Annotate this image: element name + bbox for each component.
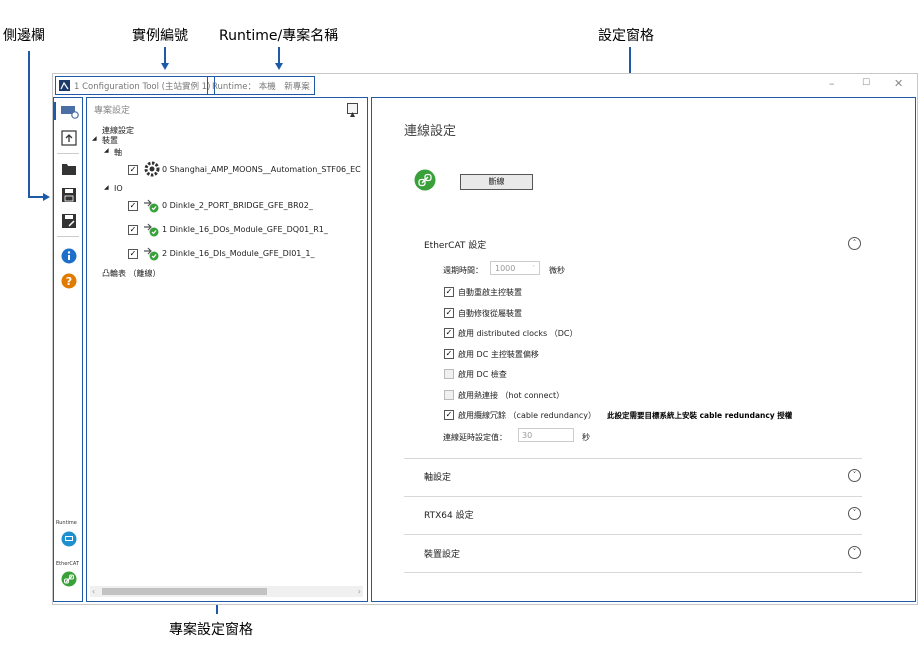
callout-sidebar: 側邊欄 [3,28,45,44]
expand-axis-icon[interactable]: ◢ [104,147,109,154]
expand-devices-icon[interactable]: ◢ [92,135,97,142]
io-device-0-checkbox[interactable]: ✓ [128,201,138,211]
save-as-icon[interactable] [61,213,77,229]
option-1-label: 自動修復從屬裝置 [458,309,522,318]
option-5-checkbox[interactable] [444,390,454,400]
option-4-checkbox[interactable] [444,369,454,379]
app-window: 1 Configuration Tool (主站實例 1) Runtime： 本… [52,73,918,605]
collapse-ethercat-icon[interactable]: ˄ [848,237,861,250]
option-6-label: 啟用纜線冗餘 （cable redundancy） [458,411,597,420]
close-button[interactable]: ✕ [894,77,903,90]
title-bar: 1 Configuration Tool (主站實例 1) Runtime： 本… [53,74,917,96]
pin-button[interactable] [347,103,358,117]
ethercat-label: EtherCAT [56,561,79,567]
tree-io-device-0[interactable]: 0 Dinkle_2_PORT_BRIDGE_GFE_BR02_ [162,201,313,210]
callout-project-settings-pane: 專案設定窗格 [169,622,253,638]
expand-io-icon[interactable]: ◢ [104,184,109,191]
rtx-section-title[interactable]: RTX64 設定 [424,508,474,521]
settings-title: 連線設定 [404,124,457,139]
callout-runtime-project: Runtime/專案名稱 [219,28,339,44]
help-icon[interactable]: ? [61,273,77,289]
tree-devices[interactable]: 裝置 [102,135,118,146]
io-device-0-icon [142,197,160,217]
separator-2 [404,496,862,497]
option-2-checkbox[interactable]: ✓ [444,328,454,338]
separator-1 [404,458,862,459]
open-folder-icon[interactable] [61,161,77,177]
project-settings-pane: 專案設定 連線設定 ◢ 裝置 ◢ 軸 ✓ 0 Shanghai_AMP_MOON… [86,97,368,602]
app-title: 1 Configuration Tool (主站實例 1) [74,81,211,92]
scroll-right-icon[interactable]: › [358,586,361,597]
device-section-title[interactable]: 裝置設定 [424,547,460,560]
upload-icon[interactable] [61,130,77,146]
callout-instance-id: 實例編號 [132,28,188,44]
runtime-label: Runtime [56,520,77,526]
option-4-label: 啟用 DC 檢查 [458,370,507,379]
runtime-project-text: Runtime： 本機 新專案 [212,81,310,92]
info-icon[interactable] [61,248,77,264]
separator-4 [404,572,862,573]
maximize-button[interactable]: ☐ [862,78,870,88]
tree-io[interactable]: IO [114,184,123,193]
save-icon[interactable] [61,187,77,203]
tree-io-device-2[interactable]: 2 Dinkle_16_DIs_Module_GFE_DI01_1_ [162,249,314,258]
instance-title-box: 1 Configuration Tool (主站實例 1) [55,76,216,95]
connection-link-icon [414,169,436,195]
expand-axis-settings-icon[interactable]: ˅ [848,469,861,482]
option-3-checkbox[interactable]: ✓ [444,349,454,359]
callout-settings-pane: 設定窗格 [598,28,654,44]
expand-device-settings-icon[interactable]: ˅ [848,546,861,559]
app-logo-icon [59,80,70,91]
ethercat-section-title[interactable]: EtherCAT 設定 [424,238,486,251]
separator-3 [404,534,862,535]
disconnect-button[interactable]: 斷線 [460,174,533,190]
runtime-title-box: Runtime： 本機 新專案 [207,76,315,95]
scroll-left-icon[interactable]: ‹ [90,586,95,597]
sidebar: ? Runtime EtherCAT [53,97,83,602]
sidebar-active-indicator [53,102,56,120]
svg-text:?: ? [66,275,72,288]
tree-axis[interactable]: 軸 [114,147,122,158]
connection-delay-input[interactable]: 30 [518,428,574,442]
axis-section-title[interactable]: 軸設定 [424,470,451,483]
axis-gear-icon [143,160,161,182]
minimize-button[interactable]: – [829,77,835,90]
sidebar-divider [57,153,79,154]
horizontal-scrollbar[interactable]: ‹ › [90,586,363,597]
tree-axis-device-0[interactable]: 0 Shanghai_AMP_MOONS__Automation_STF06_E… [162,165,361,174]
project-header: 專案設定 [94,106,131,116]
axis-device-checkbox[interactable]: ✓ [128,165,138,175]
option-0-label: 自動重啟主控裝置 [458,288,522,297]
connection-delay-unit: 秒 [582,433,590,442]
tree-io-device-1[interactable]: 1 Dinkle_16_DOs_Module_GFE_DQ01_R1_ [162,225,328,234]
io-device-2-checkbox[interactable]: ✓ [128,249,138,259]
option-6-checkbox[interactable]: ✓ [444,410,454,420]
cycle-time-select[interactable]: 1000 ˅ [490,261,540,275]
option-1-checkbox[interactable]: ✓ [444,308,454,318]
cycle-time-value: 1000 [495,264,516,273]
io-device-1-checkbox[interactable]: ✓ [128,225,138,235]
sidebar-divider-2 [57,236,79,237]
redundancy-note: 此設定需要目標系統上安裝 cable redundancy 授權 [607,411,793,420]
cycle-time-unit: 微秒 [549,266,565,275]
cycle-time-label: 週期時間： [443,266,483,275]
connection-delay-label: 連線延時設定值： [443,433,507,442]
option-3-label: 啟用 DC 主控裝置偏移 [458,350,539,359]
connection-settings-icon[interactable] [61,103,79,119]
dropdown-arrow-icon: ˅ [532,265,535,272]
tree-cam-table[interactable]: 凸輪表 （離線） [102,268,161,279]
scrollbar-thumb[interactable] [102,588,267,595]
io-device-2-icon [142,245,160,265]
option-5-label: 啟用熱連接 （hot connect） [458,391,565,400]
ethercat-status-icon[interactable] [61,571,77,587]
settings-pane: 連線設定 斷線 EtherCAT 設定 ˄ 週期時間： 1000 ˅ 微秒 ✓ … [371,97,916,602]
io-device-1-icon [142,221,160,241]
expand-rtx-settings-icon[interactable]: ˅ [848,507,861,520]
option-0-checkbox[interactable]: ✓ [444,287,454,297]
runtime-status-icon[interactable] [61,531,77,547]
option-2-label: 啟用 distributed clocks （DC） [458,329,578,338]
